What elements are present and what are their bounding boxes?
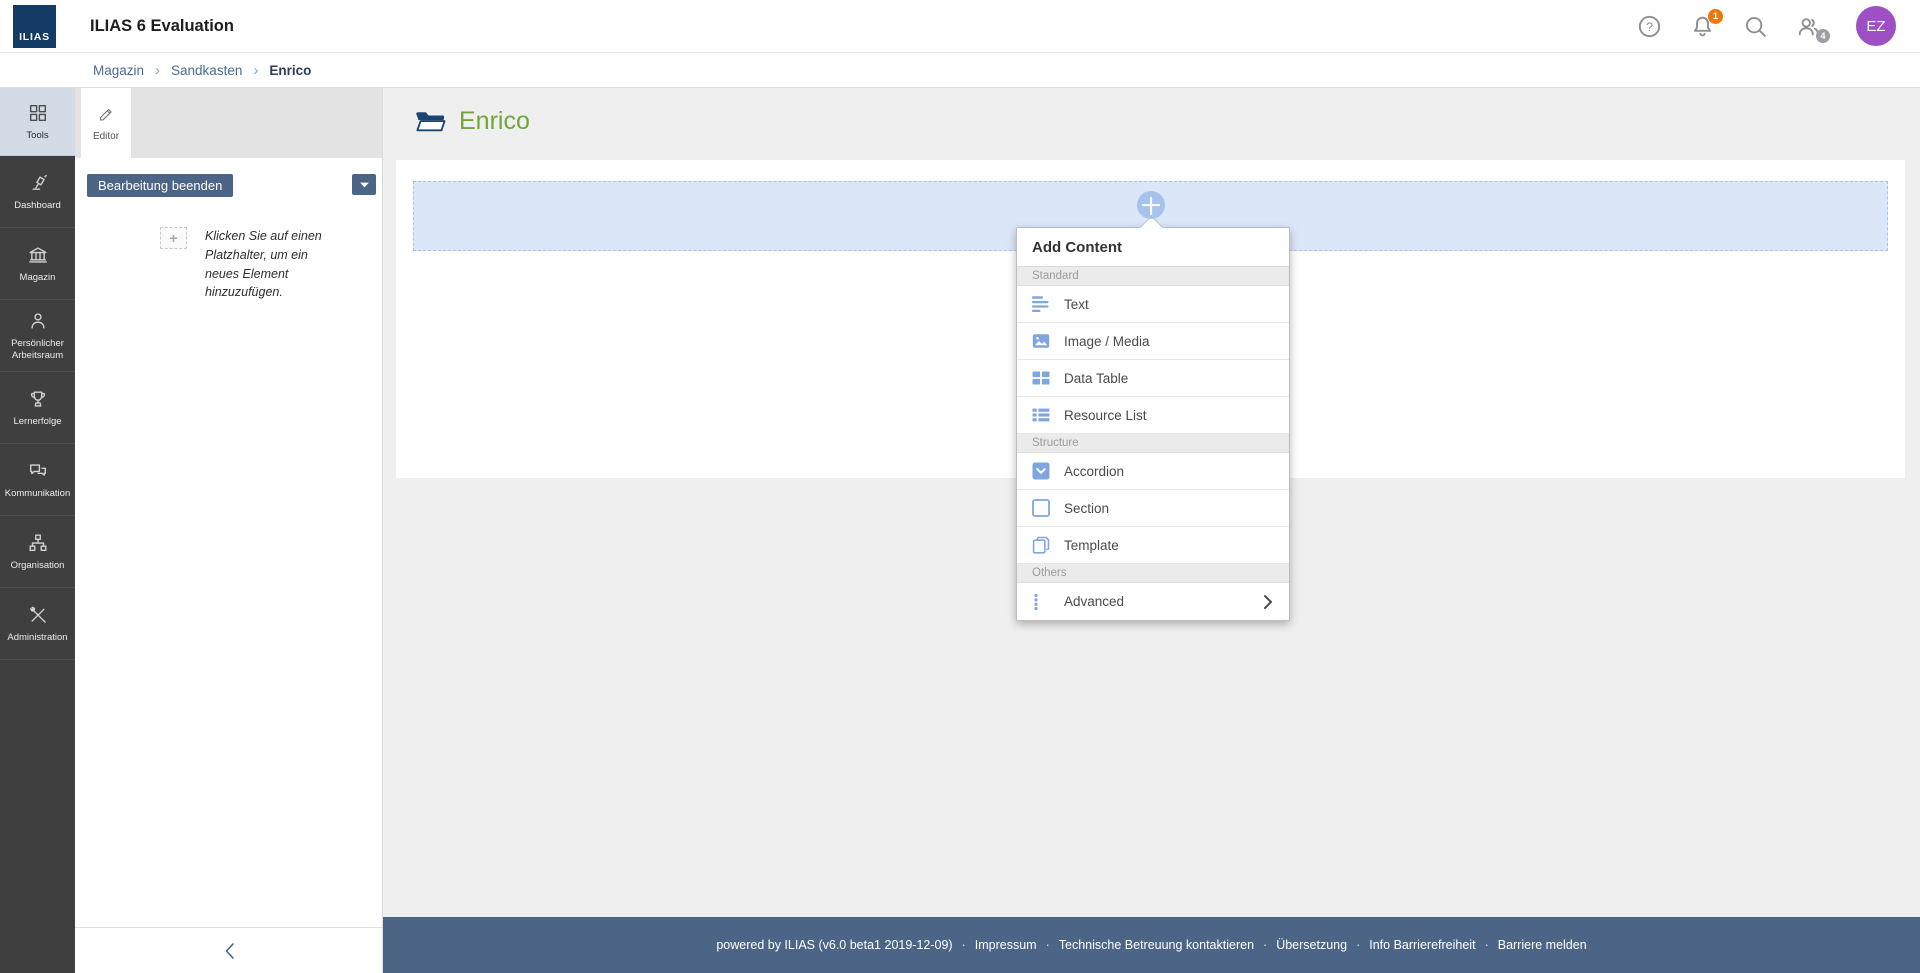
ilias-logo[interactable]: ILIAS — [13, 5, 56, 48]
main-sidebar: Tools Dashboard Magazin Persönlicher Arb… — [0, 88, 75, 973]
panel-tabbar: Editor — [75, 88, 382, 158]
chevron-left-icon — [222, 941, 236, 961]
menu-item-image-media[interactable]: Image / Media — [1017, 323, 1289, 360]
menu-section-others: Others — [1017, 564, 1289, 583]
footer-link-barrierefreiheit[interactable]: Info Barrierefreiheit — [1369, 938, 1475, 952]
editing-dropdown-toggle[interactable] — [352, 174, 376, 195]
notifications-bell-icon[interactable]: 1 — [1689, 13, 1716, 40]
end-editing-button[interactable]: Bearbeitung beenden — [87, 174, 233, 197]
menu-item-data-table[interactable]: Data Table — [1017, 360, 1289, 397]
online-users-icon[interactable]: 4 — [1795, 13, 1822, 40]
person-icon — [27, 310, 49, 332]
footer-link-uebersetzung[interactable]: Übersetzung — [1276, 938, 1347, 952]
menu-item-resource-list[interactable]: Resource List — [1017, 397, 1289, 434]
pencil-icon — [97, 105, 116, 124]
chevron-right-icon — [1262, 594, 1274, 610]
grid-icon — [27, 102, 49, 124]
vertical-dots-icon — [1032, 593, 1050, 611]
sidebar-item-personal-workspace[interactable]: Persönlicher Arbeitsraum — [0, 300, 75, 372]
sidebar-item-administration[interactable]: Administration — [0, 588, 75, 660]
sidebar-item-lernerfolge[interactable]: Lernerfolge — [0, 372, 75, 444]
sidebar-item-kommunikation[interactable]: Kommunikation — [0, 444, 75, 516]
table-icon — [1032, 369, 1050, 387]
menu-section-standard: Standard — [1017, 267, 1289, 286]
template-copy-icon — [1032, 536, 1050, 554]
section-icon — [1032, 499, 1050, 517]
page-title: Enrico — [459, 107, 530, 136]
add-content-menu: Add Content Standard Text Image / Media … — [1016, 227, 1290, 621]
svg-text:?: ? — [1646, 20, 1653, 34]
breadcrumb-separator-icon: › — [253, 62, 258, 79]
header-icon-group: ? 1 4 EZ — [1636, 0, 1896, 52]
sidebar-item-dashboard[interactable]: Dashboard — [0, 156, 75, 228]
breadcrumb-link-sandkasten[interactable]: Sandkasten — [171, 63, 242, 78]
breadcrumb-current: Enrico — [269, 63, 311, 78]
breadcrumb-link-magazin[interactable]: Magazin — [93, 63, 144, 78]
sidebar-item-organisation[interactable]: Organisation — [0, 516, 75, 588]
user-avatar[interactable]: EZ — [1856, 6, 1896, 46]
bank-building-icon — [27, 244, 49, 266]
list-icon — [1032, 406, 1050, 424]
footer-link-impressum[interactable]: Impressum — [975, 938, 1037, 952]
menu-section-structure: Structure — [1017, 434, 1289, 453]
menu-item-template[interactable]: Template — [1017, 527, 1289, 564]
collapse-panel-button[interactable] — [75, 927, 382, 973]
add-content-menu-title: Add Content — [1017, 228, 1289, 267]
placeholder-hint-row: + Klicken Sie auf einen Platzhalter, um … — [160, 227, 354, 302]
placeholder-hint-text: Klicken Sie auf einen Platzhalter, um ei… — [205, 227, 340, 302]
org-chart-icon — [27, 532, 49, 554]
add-content-plus-button[interactable] — [1137, 191, 1165, 219]
menu-item-section[interactable]: Section — [1017, 490, 1289, 527]
ilias-logo-text: ILIAS — [19, 31, 50, 43]
caret-down-icon — [359, 181, 370, 189]
text-lines-icon — [1032, 295, 1050, 313]
breadcrumb: Magazin › Sandkasten › Enrico — [0, 52, 1920, 88]
image-icon — [1032, 332, 1050, 350]
sidebar-item-magazin[interactable]: Magazin — [0, 228, 75, 300]
trophy-icon — [27, 388, 49, 410]
top-header: ILIAS ILIAS 6 Evaluation ? 1 4 EZ — [0, 0, 1920, 52]
tab-editor[interactable]: Editor — [81, 88, 131, 158]
menu-item-advanced[interactable]: Advanced — [1017, 583, 1289, 620]
sidebar-item-tools[interactable]: Tools — [0, 88, 75, 156]
placeholder-plus-button[interactable]: + — [160, 227, 187, 249]
notification-badge: 1 — [1708, 9, 1723, 24]
help-icon[interactable]: ? — [1636, 13, 1663, 40]
accordion-icon — [1032, 462, 1050, 480]
editor-side-panel: Editor Bearbeitung beenden + Klicken Sie… — [75, 88, 383, 973]
chat-bubbles-icon — [27, 460, 49, 482]
footer: powered by ILIAS (v6.0 beta1 2019-12-09)… — [383, 917, 1920, 973]
dashboard-icon — [27, 172, 49, 194]
footer-link-support[interactable]: Technische Betreuung kontaktieren — [1059, 938, 1254, 952]
search-icon[interactable] — [1742, 13, 1769, 40]
page-header-title: ILIAS 6 Evaluation — [90, 0, 234, 52]
footer-link-barriere-melden[interactable]: Barriere melden — [1498, 938, 1587, 952]
footer-powered-by: powered by ILIAS (v6.0 beta1 2019-12-09) — [716, 938, 952, 952]
crossed-tools-icon — [27, 604, 49, 626]
breadcrumb-separator-icon: › — [155, 62, 160, 79]
menu-item-accordion[interactable]: Accordion — [1017, 453, 1289, 490]
menu-item-text[interactable]: Text — [1017, 286, 1289, 323]
online-users-badge: 4 — [1816, 29, 1830, 43]
folder-icon — [415, 109, 446, 134]
